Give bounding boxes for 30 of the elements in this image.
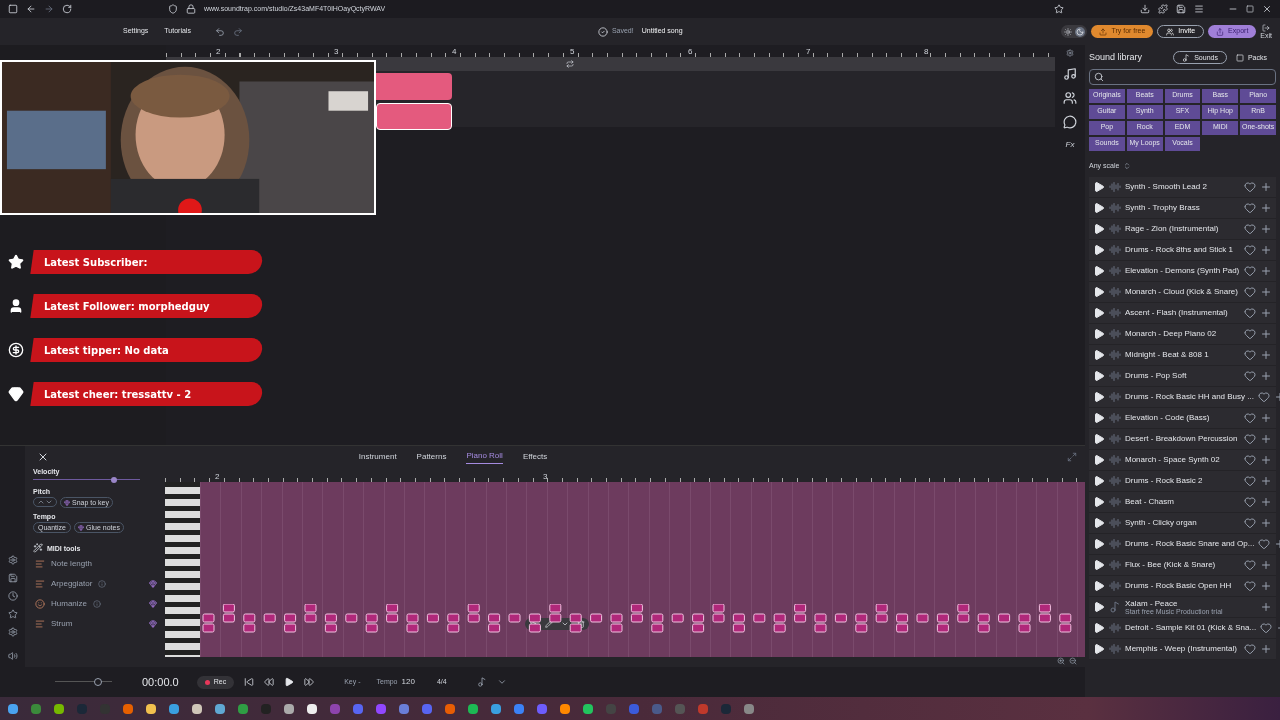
midi-tool-row[interactable]: Note length [33, 555, 157, 573]
sound-name[interactable]: Xalam - Peace [1125, 599, 1256, 608]
bar-number: 8 [924, 48, 929, 56]
alert-text: Latest Subscriber: [44, 255, 148, 270]
effects-label[interactable]: Fx [1065, 139, 1075, 151]
bar-number: 3 [543, 473, 548, 481]
bar-number: 5 [570, 48, 575, 56]
midi-tool-row[interactable]: Strum [33, 615, 157, 633]
bar-number: 7 [806, 48, 811, 56]
midi-tool-row[interactable]: Humanize [33, 595, 157, 613]
library-title: Sound library [1089, 51, 1144, 64]
bar-number: 2 [215, 473, 220, 481]
bar-number: 2 [216, 48, 221, 56]
bar-number: 3 [334, 48, 339, 56]
editor-tab[interactable]: Effects [522, 450, 548, 464]
alert-text: Latest tipper: No data [44, 343, 169, 358]
bar-number: 6 [688, 48, 693, 56]
alert-text: Latest cheer: tressattv - 2 [44, 387, 192, 402]
alert-text: Latest Follower: morphedguy [44, 299, 210, 314]
midi-tool-label: Note length [51, 560, 92, 568]
bar-number: 4 [452, 48, 457, 56]
editor-tab[interactable]: Instrument [358, 450, 397, 464]
midi-tool-label: Arpeggiator [51, 580, 93, 588]
editor-tab[interactable]: Piano Roll [466, 450, 503, 464]
time-display: 00:00.0 [142, 674, 179, 690]
tempo-value[interactable]: 120 [401, 676, 415, 688]
editor-tab[interactable]: Patterns [416, 450, 447, 464]
midi-tool-label: Humanize [51, 600, 87, 608]
midi-tool-label: Strum [51, 620, 73, 628]
midi-tool-row[interactable]: Arpeggiator [33, 575, 157, 593]
